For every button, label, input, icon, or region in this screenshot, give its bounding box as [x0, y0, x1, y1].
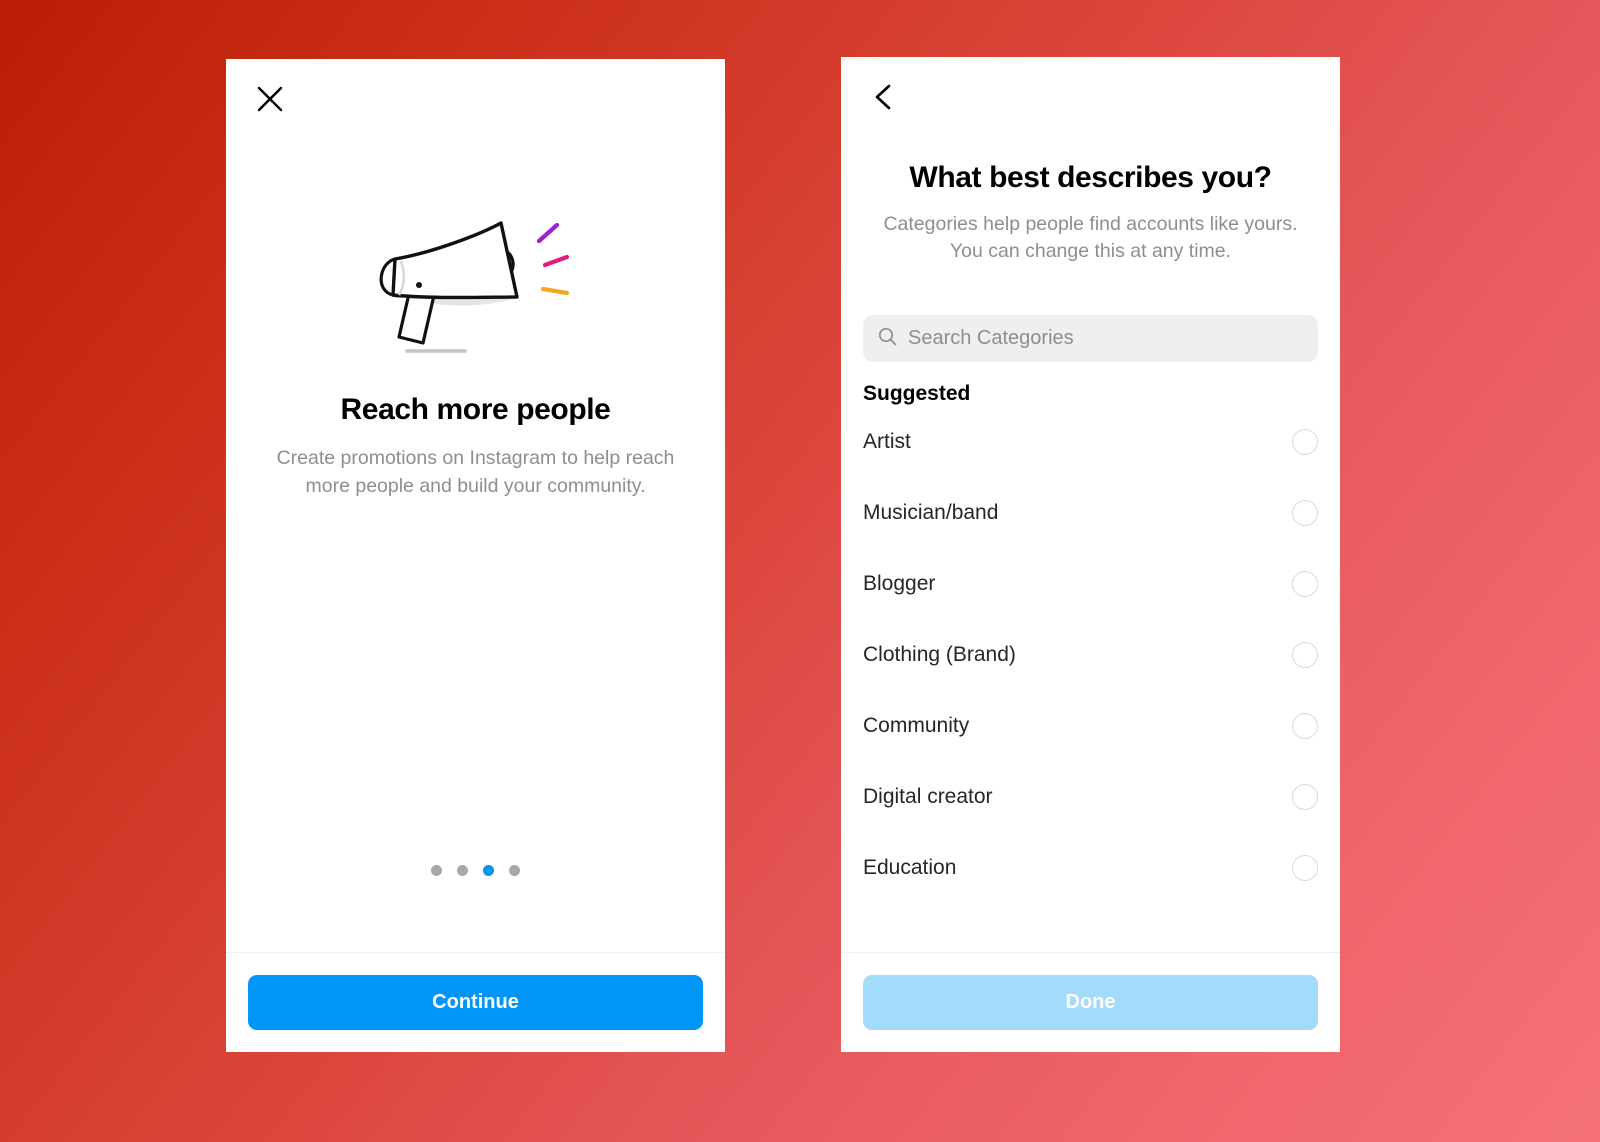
category-list: Artist Musician/band Blogger Clothing (B… — [841, 406, 1340, 952]
list-item[interactable]: Community — [863, 690, 1318, 761]
list-item[interactable]: Education — [863, 832, 1318, 903]
promo-content: Reach more people Create promotions on I… — [226, 139, 725, 952]
category-label: Education — [863, 855, 957, 879]
suggested-group-label: Suggested — [863, 382, 971, 405]
radio-button[interactable] — [1292, 428, 1318, 455]
category-label: Digital creator — [863, 784, 993, 808]
chevron-left-icon[interactable] — [863, 75, 907, 119]
list-item[interactable]: Clothing (Brand) — [863, 619, 1318, 690]
close-icon[interactable] — [248, 77, 292, 121]
screenshot-canvas: Reach more people Create promotions on I… — [0, 0, 1600, 1142]
search-input[interactable] — [908, 327, 1303, 350]
promo-footer: Continue — [226, 952, 725, 1052]
page-title: What best describes you? — [909, 161, 1272, 194]
promo-top-bar — [226, 59, 725, 139]
pagination-dot[interactable] — [431, 865, 442, 876]
radio-button[interactable] — [1292, 570, 1318, 597]
search-section — [841, 265, 1340, 362]
radio-button[interactable] — [1292, 854, 1318, 881]
continue-button[interactable]: Continue — [248, 975, 703, 1030]
pagination-dot[interactable] — [509, 865, 520, 876]
list-item[interactable]: Musician/band — [863, 477, 1318, 548]
categories-header: What best describes you? Categories help… — [841, 137, 1340, 265]
category-label: Musician/band — [863, 500, 999, 524]
category-label: Clothing (Brand) — [863, 642, 1016, 666]
page-subtitle: Categories help people find accounts lik… — [883, 213, 1298, 262]
list-item[interactable]: Blogger — [863, 548, 1318, 619]
radio-button[interactable] — [1292, 712, 1318, 739]
category-selection-screen: What best describes you? Categories help… — [841, 57, 1340, 1052]
categories-footer: Done — [841, 952, 1340, 1052]
promotions-intro-screen: Reach more people Create promotions on I… — [226, 59, 725, 1052]
categories-top-bar — [841, 57, 1340, 137]
pagination-dot[interactable] — [457, 865, 468, 876]
pagination-dot-active[interactable] — [483, 865, 494, 876]
list-item[interactable]: Digital creator — [863, 761, 1318, 832]
radio-button[interactable] — [1292, 783, 1318, 810]
megaphone-illustration — [361, 215, 591, 355]
promo-subtitle: Create promotions on Instagram to help r… — [276, 447, 675, 497]
radio-button[interactable] — [1292, 499, 1318, 526]
radio-button[interactable] — [1292, 641, 1318, 668]
category-label: Blogger — [863, 571, 936, 595]
pagination-dots — [226, 865, 725, 876]
category-label: Artist — [863, 429, 911, 453]
search-field[interactable] — [863, 315, 1318, 362]
category-label: Community — [863, 713, 970, 737]
promo-title: Reach more people — [340, 393, 611, 426]
list-item[interactable]: Artist — [863, 406, 1318, 477]
search-icon — [878, 327, 897, 351]
done-button[interactable]: Done — [863, 975, 1318, 1030]
